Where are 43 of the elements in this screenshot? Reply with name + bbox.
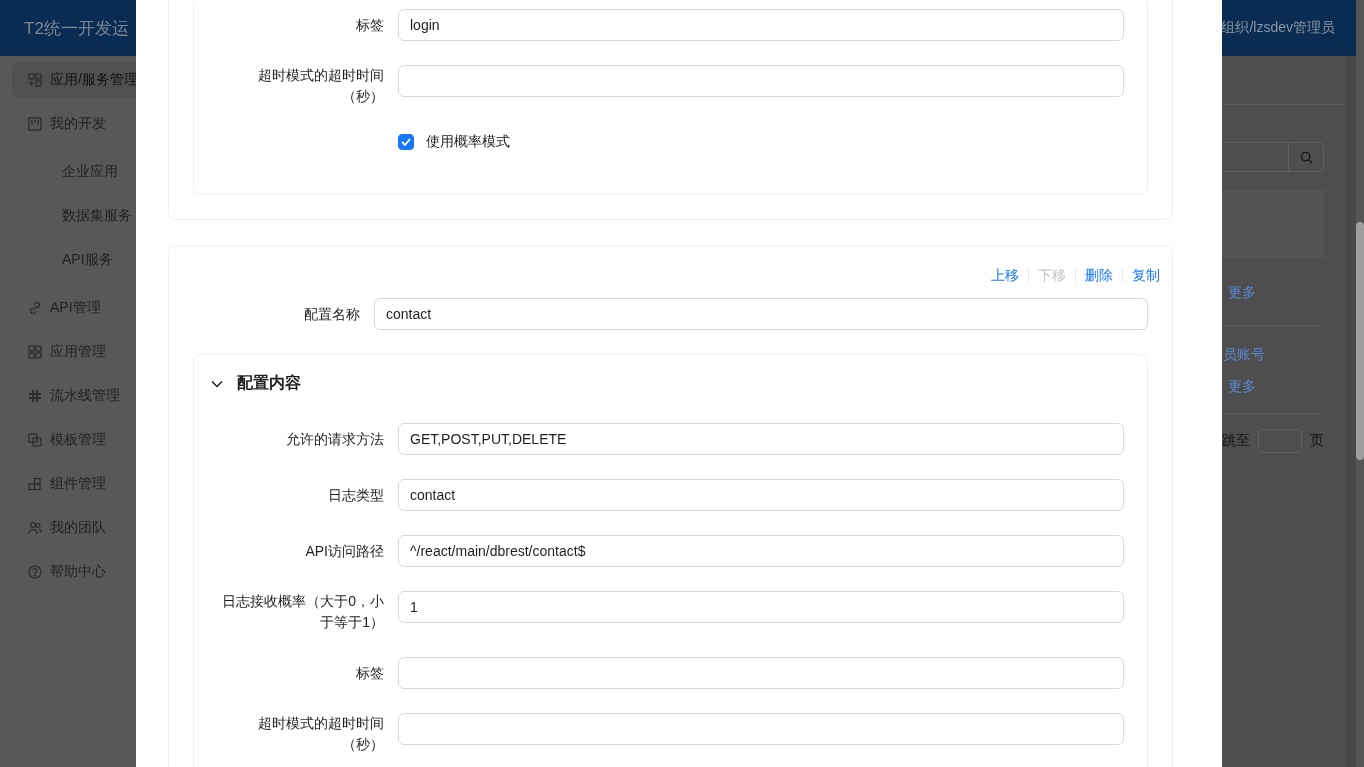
help-icon — [28, 565, 42, 579]
field-label: 超时模式的超时时间（秒） — [257, 714, 384, 754]
link-icon — [28, 301, 42, 315]
grid-plus-icon — [28, 73, 42, 87]
input-field[interactable]: contact — [398, 479, 1124, 511]
field-label: API访问路径 — [305, 541, 384, 561]
action-link[interactable]: 上移 — [991, 264, 1019, 286]
squares-icon — [28, 433, 42, 447]
search-button[interactable] — [1288, 142, 1324, 172]
scrollbar-thumb[interactable] — [1356, 222, 1364, 460]
input-field[interactable]: ^/react/main/dbrest/contact$ — [398, 535, 1124, 567]
board-icon — [28, 117, 42, 131]
action-link[interactable]: 删除 — [1085, 264, 1113, 286]
app-title: T2统一开发运 — [24, 17, 129, 40]
field-label: 配置名称 — [304, 304, 360, 324]
field-label: 标签 — [356, 15, 384, 35]
field-label: 标签 — [356, 663, 384, 683]
user-info[interactable]: 组织/lzsdev管理员 — [1221, 19, 1335, 37]
blocks-icon — [28, 477, 42, 491]
input-field[interactable] — [398, 657, 1124, 689]
list-link[interactable]: 更多 — [1228, 375, 1256, 397]
checkbox-label: 使用概率模式 — [426, 133, 510, 151]
input-field[interactable]: 1 — [398, 591, 1124, 623]
field-label: 允许的请求方法 — [286, 429, 384, 449]
checkbox[interactable] — [398, 134, 414, 150]
input-field[interactable] — [398, 65, 1124, 97]
people-icon — [28, 521, 42, 535]
chevron-down-icon[interactable] — [211, 379, 223, 388]
search-icon — [1299, 150, 1313, 164]
input-field[interactable] — [398, 713, 1124, 745]
field-label: 日志类型 — [328, 485, 384, 505]
input-field[interactable]: contact — [374, 298, 1148, 330]
grid-icon — [28, 345, 42, 359]
hash-icon — [28, 389, 42, 403]
input-field[interactable]: login — [398, 9, 1124, 41]
panel-title: 配置内容 — [237, 373, 301, 393]
field-label: 日志接收概率（大于0，小于等于1） — [221, 592, 384, 632]
list-link[interactable]: 员账号 — [1223, 343, 1265, 365]
action-link[interactable]: 复制 — [1132, 264, 1160, 286]
list-link[interactable]: 更多 — [1228, 281, 1256, 303]
field-label: 超时模式的超时时间（秒） — [257, 66, 384, 106]
check-icon — [401, 138, 411, 146]
input-field[interactable]: GET,POST,PUT,DELETE — [398, 423, 1124, 455]
